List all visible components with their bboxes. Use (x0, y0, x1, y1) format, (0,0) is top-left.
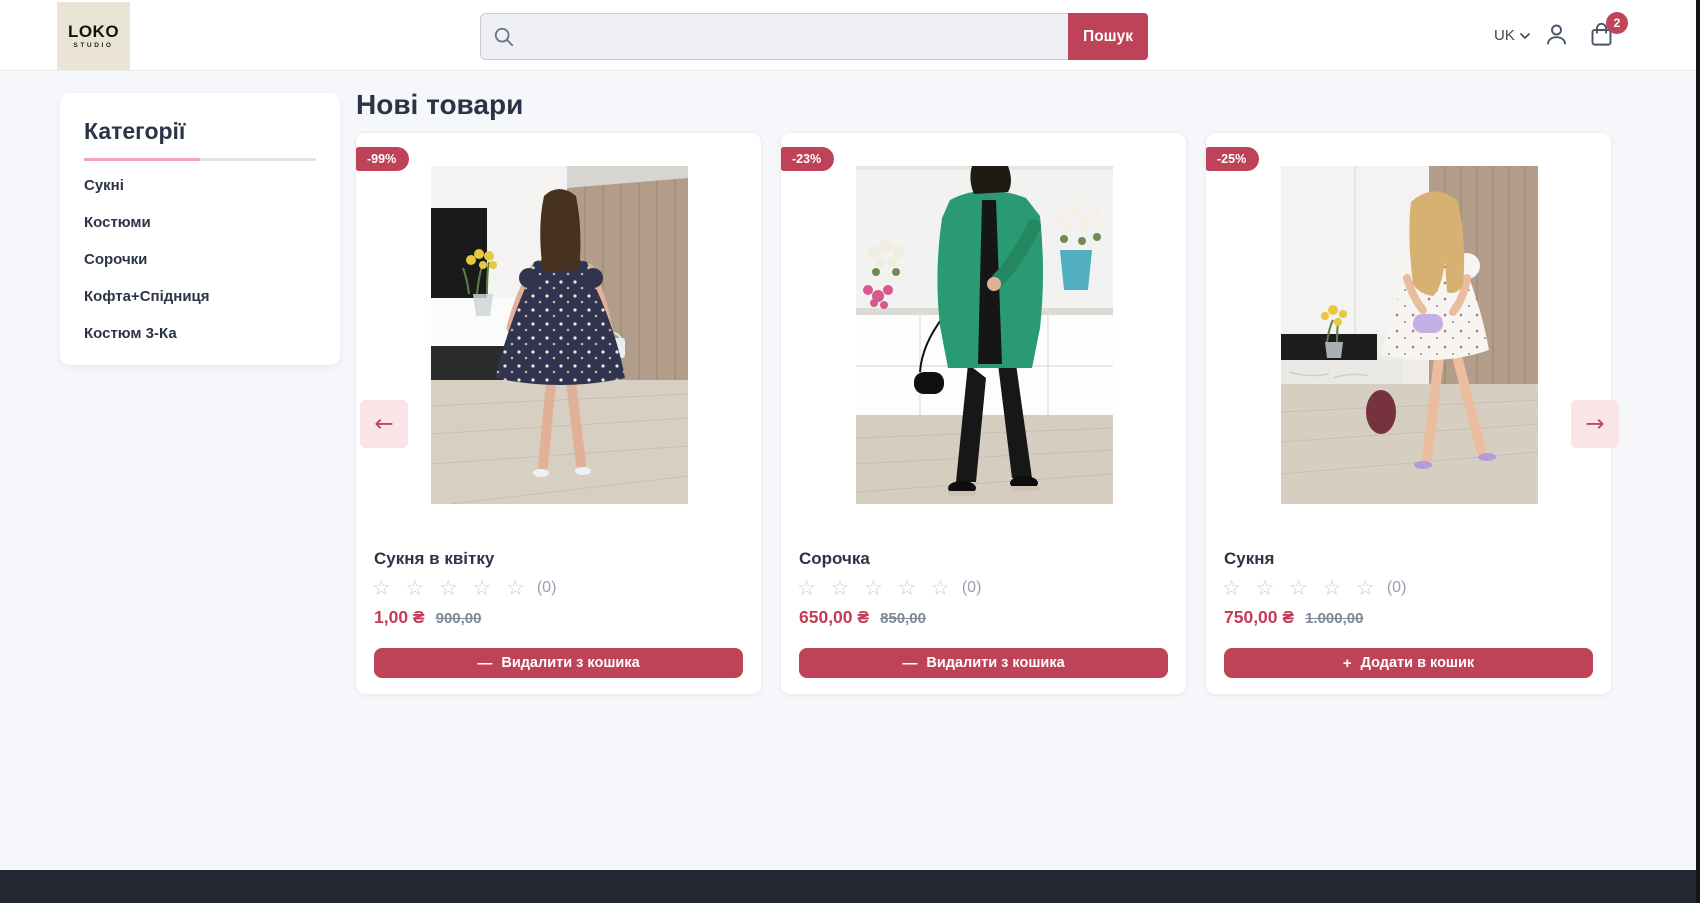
cart-button-label: Видалити з кошика (926, 655, 1064, 671)
shopping-bag-icon (1588, 36, 1615, 51)
language-label: UK (1494, 27, 1515, 44)
rating-row: ☆ ☆ ☆ ☆ ☆ (0) (797, 575, 981, 601)
product-image[interactable] (856, 166, 1113, 504)
sidebar-item-suit-3[interactable]: Костюм 3-Ка (84, 324, 177, 344)
product-card: -23% (780, 132, 1187, 695)
cart-count-badge: 2 (1606, 12, 1628, 34)
sidebar-divider (84, 158, 316, 161)
price-row: 650,00 ₴ 850,00 (799, 607, 926, 628)
chevron-down-icon (1520, 27, 1530, 44)
person-icon (1543, 36, 1570, 51)
rating-count: (0) (1387, 579, 1407, 597)
product-name[interactable]: Сорочка (799, 549, 870, 569)
account-button[interactable] (1541, 21, 1571, 51)
minus-icon: — (477, 656, 492, 671)
product-name[interactable]: Сукня в квітку (374, 549, 494, 569)
header: LOKO STUDIO Пошук UK (0, 0, 1700, 71)
sidebar-item-shirts[interactable]: Сорочки (84, 250, 147, 270)
storefront-page: LOKO STUDIO Пошук UK (0, 0, 1700, 903)
price-row: 1,00 ₴ 900,00 (374, 607, 482, 628)
plus-icon: + (1343, 656, 1352, 671)
remove-from-cart-button[interactable]: — Видалити з кошика (374, 648, 743, 678)
minus-icon: — (902, 656, 917, 671)
star-rating-icons: ☆ ☆ ☆ ☆ ☆ (797, 575, 954, 601)
current-price: 750,00 ₴ (1224, 607, 1294, 628)
categories-sidebar: Категорії Сукні Костюми Сорочки Кофта+Сп… (60, 93, 340, 365)
category-list: Сукні Костюми Сорочки Кофта+Спідниця Кос… (84, 176, 316, 344)
cart-button-label: Додати в кошик (1361, 655, 1475, 671)
carousel-next-button[interactable]: → (1571, 400, 1619, 448)
logo-subtext: STUDIO (73, 42, 113, 49)
discount-badge: -25% (1206, 147, 1259, 171)
search-input[interactable] (481, 14, 1068, 59)
discount-badge: -23% (781, 147, 834, 171)
cart-button-label: Видалити з кошика (501, 655, 639, 671)
logo[interactable]: LOKO STUDIO (57, 2, 130, 70)
search-box (480, 13, 1068, 60)
product-card: -25% (1205, 132, 1612, 695)
language-selector[interactable]: UK (1494, 0, 1530, 71)
search-bar: Пошук (480, 13, 1148, 60)
old-price: 900,00 (436, 610, 482, 627)
product-grid: -99% (355, 132, 1612, 695)
sidebar-title: Категорії (84, 118, 316, 145)
arrow-left-icon: ← (374, 411, 393, 437)
rating-count: (0) (962, 579, 982, 597)
current-price: 650,00 ₴ (799, 607, 869, 628)
sidebar-item-top-skirt[interactable]: Кофта+Спідниця (84, 287, 210, 307)
cart-button[interactable]: 2 (1586, 21, 1616, 51)
sidebar-item-dresses[interactable]: Сукні (84, 176, 124, 196)
rating-row: ☆ ☆ ☆ ☆ ☆ (0) (1222, 575, 1406, 601)
sidebar-item-suits[interactable]: Костюми (84, 213, 151, 233)
rating-row: ☆ ☆ ☆ ☆ ☆ (0) (372, 575, 556, 601)
scrollbar[interactable] (1696, 0, 1700, 903)
discount-badge: -99% (356, 147, 409, 171)
add-to-cart-button[interactable]: + Додати в кошик (1224, 648, 1593, 678)
product-card: -99% (355, 132, 762, 695)
star-rating-icons: ☆ ☆ ☆ ☆ ☆ (372, 575, 529, 601)
star-rating-icons: ☆ ☆ ☆ ☆ ☆ (1222, 575, 1379, 601)
product-image[interactable] (431, 166, 688, 504)
rating-count: (0) (537, 579, 557, 597)
logo-text: LOKO (68, 23, 119, 40)
remove-from-cart-button[interactable]: — Видалити з кошика (799, 648, 1168, 678)
page-title: Нові товари (356, 88, 523, 122)
search-button[interactable]: Пошук (1068, 13, 1148, 60)
footer (0, 870, 1700, 903)
carousel-prev-button[interactable]: ← (360, 400, 408, 448)
old-price: 850,00 (880, 610, 926, 627)
price-row: 750,00 ₴ 1.000,00 (1224, 607, 1363, 628)
arrow-right-icon: → (1585, 411, 1604, 437)
product-image[interactable] (1281, 166, 1538, 504)
old-price: 1.000,00 (1305, 610, 1363, 627)
current-price: 1,00 ₴ (374, 607, 425, 628)
product-name[interactable]: Сукня (1224, 549, 1274, 569)
